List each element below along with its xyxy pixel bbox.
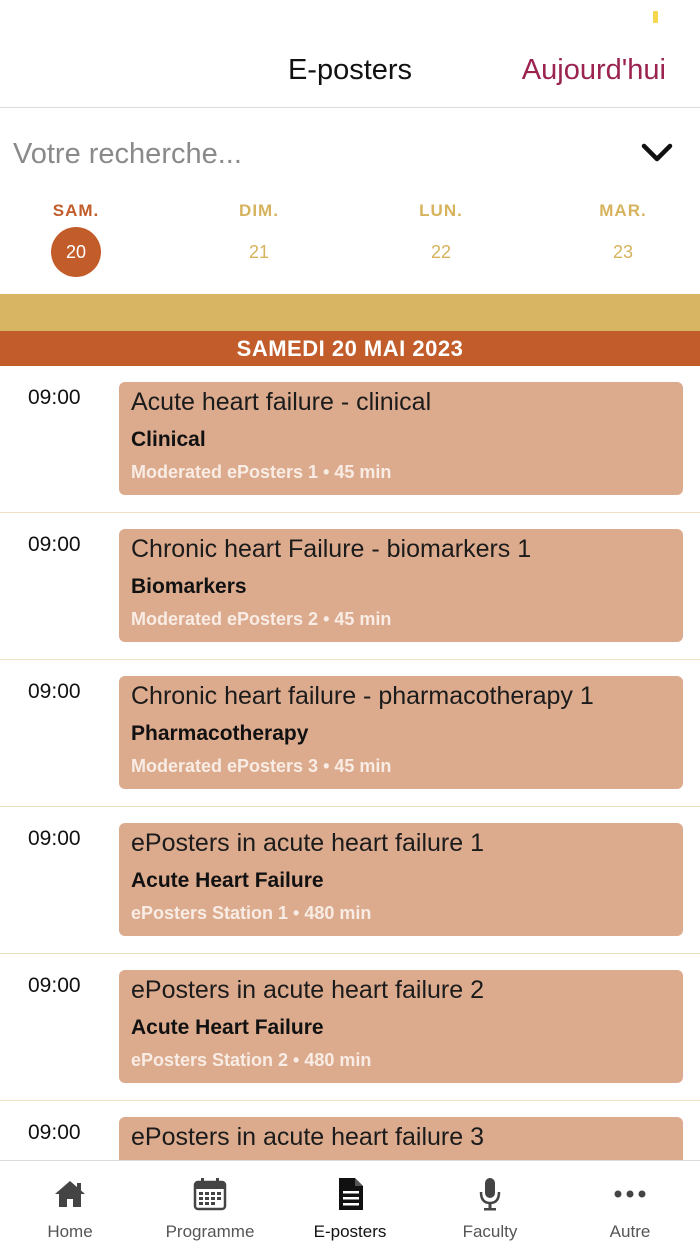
session-title: ePosters in acute heart failure 1 — [131, 829, 484, 857]
session-row: 09:00 ePosters in acute heart failure 3 — [0, 1101, 700, 1160]
session-card[interactable]: ePosters in acute heart failure 2 Acute … — [119, 970, 683, 1083]
session-meta: Moderated ePosters 3 • 45 min — [131, 756, 392, 776]
document-icon — [339, 1178, 363, 1210]
more-icon — [614, 1190, 646, 1198]
tab-label: Programme — [165, 1222, 255, 1241]
session-category: Clinical — [131, 428, 206, 451]
session-card[interactable]: Acute heart failure - clinical Clinical … — [119, 382, 683, 495]
session-row: 09:00 Acute heart failure - clinical Cli… — [0, 366, 700, 513]
session-category: Acute Heart Failure — [131, 869, 324, 892]
day-mar[interactable]: MAR. 23 — [563, 196, 683, 294]
day-name: SAM. — [52, 201, 100, 220]
session-time: 09:00 — [28, 533, 81, 556]
tab-autre[interactable]: Autre — [560, 1161, 700, 1244]
session-time: 09:00 — [28, 680, 81, 703]
session-title: ePosters in acute heart failure 3 — [131, 1123, 484, 1151]
session-meta: Moderated ePosters 2 • 45 min — [131, 609, 392, 629]
session-meta: ePosters Station 1 • 480 min — [131, 903, 372, 923]
day-selector: SAM. 20 DIM. 21 LUN. 22 MAR. 23 — [0, 196, 700, 294]
session-row: 09:00 Chronic heart Failure - biomarkers… — [0, 513, 700, 660]
date-banner: SAMEDI 20 MAI 2023 — [0, 331, 700, 366]
session-time: 09:00 — [28, 386, 81, 409]
day-number: 22 — [430, 242, 452, 262]
session-card[interactable]: ePosters in acute heart failure 3 — [119, 1117, 683, 1160]
tab-bar: Home Programme E-posters Faculty Autre — [0, 1160, 700, 1244]
session-category: Biomarkers — [131, 575, 247, 598]
day-number: 20 — [51, 227, 101, 277]
day-name: DIM. — [239, 201, 279, 220]
session-card[interactable]: ePosters in acute heart failure 1 Acute … — [119, 823, 683, 936]
session-title: ePosters in acute heart failure 2 — [131, 976, 484, 1004]
day-name: LUN. — [419, 201, 463, 220]
session-list[interactable]: 09:00 Acute heart failure - clinical Cli… — [0, 366, 700, 1160]
calendar-icon — [193, 1178, 227, 1211]
session-time: 09:00 — [28, 1121, 81, 1144]
day-sam[interactable]: SAM. 20 — [16, 196, 136, 294]
home-icon — [55, 1181, 85, 1207]
session-title: Chronic heart failure - pharmacotherapy … — [131, 682, 594, 710]
microphone-icon — [479, 1178, 501, 1211]
tab-faculty[interactable]: Faculty — [420, 1161, 560, 1244]
session-row: 09:00 ePosters in acute heart failure 1 … — [0, 807, 700, 954]
day-lun[interactable]: LUN. 22 — [381, 196, 501, 294]
session-category: Pharmacotherapy — [131, 722, 309, 745]
session-title: Chronic heart Failure - biomarkers 1 — [131, 535, 532, 563]
tab-label: Faculty — [462, 1222, 518, 1241]
day-name: MAR. — [599, 201, 647, 220]
search-bar — [0, 108, 700, 196]
chevron-down-icon[interactable] — [640, 138, 674, 168]
today-button[interactable]: Aujourd'hui — [522, 54, 666, 87]
divider-band — [0, 294, 700, 331]
search-input[interactable] — [13, 134, 613, 174]
session-meta: ePosters Station 2 • 480 min — [131, 1050, 372, 1070]
session-card[interactable]: Chronic heart failure - pharmacotherapy … — [119, 676, 683, 789]
tab-label: Autre — [609, 1222, 651, 1241]
session-card[interactable]: Chronic heart Failure - biomarkers 1 Bio… — [119, 529, 683, 642]
day-number: 21 — [248, 242, 270, 262]
tab-e-posters[interactable]: E-posters — [280, 1161, 420, 1244]
day-number: 23 — [612, 242, 634, 262]
header: E-posters Aujourd'hui — [0, 0, 700, 108]
tab-programme[interactable]: Programme — [140, 1161, 280, 1244]
tab-label: Home — [47, 1222, 93, 1241]
session-row: 09:00 Chronic heart failure - pharmacoth… — [0, 660, 700, 807]
tab-label: E-posters — [313, 1222, 387, 1241]
session-time: 09:00 — [28, 974, 81, 997]
day-dim[interactable]: DIM. 21 — [199, 196, 319, 294]
session-title: Acute heart failure - clinical — [131, 388, 432, 416]
tab-home[interactable]: Home — [0, 1161, 140, 1244]
session-time: 09:00 — [28, 827, 81, 850]
session-category: Acute Heart Failure — [131, 1016, 324, 1039]
session-row: 09:00 ePosters in acute heart failure 2 … — [0, 954, 700, 1101]
session-meta: Moderated ePosters 1 • 45 min — [131, 462, 392, 482]
